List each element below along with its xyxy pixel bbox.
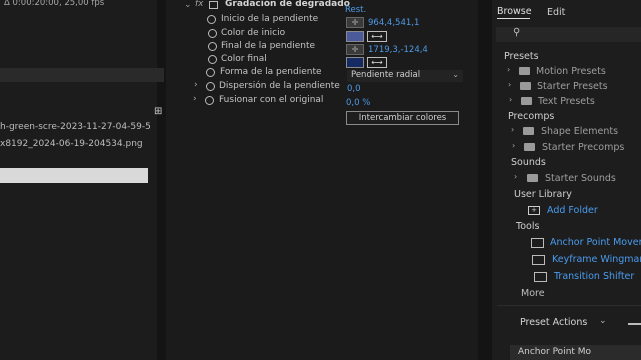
- eyedropper-icon[interactable]: ⟷: [367, 57, 387, 68]
- bottom-tool-label: Anchor Point Mo: [518, 347, 592, 357]
- crosshair-icon[interactable]: ✛: [346, 44, 364, 55]
- more-link[interactable]: More: [521, 288, 545, 299]
- search-icon: ⚲: [513, 27, 521, 38]
- divider: [497, 305, 641, 306]
- file-item[interactable]: x8192_2024-06-19-204534.png: [0, 139, 143, 149]
- expand-arrow-icon[interactable]: ›: [514, 172, 517, 181]
- property-value[interactable]: 0,0 %: [346, 98, 370, 108]
- tool-link[interactable]: Anchor Point Mover: [550, 237, 641, 248]
- folder-icon: [523, 127, 534, 135]
- reset-link[interactable]: Rest.: [345, 5, 366, 15]
- folder-icon: [520, 82, 531, 90]
- add-folder-link[interactable]: Add Folder: [547, 205, 598, 216]
- active-tab-underline: [497, 18, 530, 19]
- property-label: Color de inicio: [221, 28, 286, 38]
- end-color-swatch[interactable]: [346, 57, 364, 68]
- fx-icon[interactable]: fx: [195, 0, 204, 9]
- effects-presets-panel: Browse Edit ⚲ Presets › Motion Presets ›…: [492, 0, 641, 360]
- swap-colors-button[interactable]: Intercambiar colores: [346, 111, 459, 125]
- effect-preset-icon: [209, 1, 218, 9]
- file-item[interactable]: h-green-scre-2023-11-27-04-59-5: [0, 122, 151, 132]
- expand-triangle-icon[interactable]: ⌄: [184, 0, 192, 10]
- hierarchy-icon[interactable]: ⊞: [154, 106, 162, 117]
- property-label: Final de la pendiente: [221, 41, 316, 51]
- expand-arrow-icon[interactable]: ›: [511, 125, 514, 134]
- property-value[interactable]: 1719,3,-124,4: [368, 45, 428, 55]
- folder-icon: [524, 143, 535, 151]
- property-label: Dispersión de la pendiente: [219, 81, 340, 91]
- property-value[interactable]: 0,0: [347, 84, 361, 94]
- tool-link[interactable]: Transition Shifter: [554, 271, 634, 282]
- add-folder-icon: +: [528, 206, 540, 215]
- tab-browse[interactable]: Browse: [497, 6, 532, 17]
- selected-file-row[interactable]: [0, 168, 148, 183]
- section-user-library[interactable]: User Library: [514, 189, 572, 200]
- search-input[interactable]: ⚲: [496, 27, 641, 42]
- expand-arrow-icon[interactable]: ›: [193, 94, 197, 104]
- section-tools[interactable]: Tools: [516, 221, 539, 232]
- preset-folder[interactable]: Text Presets: [538, 96, 595, 107]
- search-bar[interactable]: [0, 68, 164, 82]
- preset-actions-dropdown[interactable]: Preset Actions: [520, 317, 587, 328]
- preset-folder[interactable]: Starter Presets: [537, 81, 608, 92]
- expand-arrow-icon[interactable]: ›: [512, 141, 515, 150]
- stopwatch-icon[interactable]: [206, 68, 215, 77]
- minus-icon[interactable]: [628, 323, 641, 325]
- folder-icon: [519, 67, 530, 75]
- expand-arrow-icon[interactable]: ›: [508, 80, 511, 89]
- property-label: Fusionar con el original: [219, 95, 324, 105]
- property-label: Forma de la pendiente: [220, 67, 322, 77]
- bottom-tool-tab[interactable]: Anchor Point Mo: [510, 345, 641, 360]
- shape-dropdown[interactable]: Pendiente radial ⌄: [347, 70, 463, 82]
- stopwatch-icon[interactable]: [208, 55, 217, 64]
- property-label: Inicio de la pendiente: [221, 14, 319, 24]
- stopwatch-icon[interactable]: [205, 96, 214, 105]
- property-value[interactable]: 964,4,541,1: [368, 18, 419, 28]
- tab-edit[interactable]: Edit: [547, 7, 565, 18]
- section-presets[interactable]: Presets: [504, 51, 539, 62]
- eyedropper-icon[interactable]: ⟷: [367, 31, 387, 42]
- property-label: Color final: [221, 54, 267, 64]
- folder-icon: [521, 97, 532, 105]
- precomp-folder[interactable]: Shape Elements: [541, 126, 618, 137]
- section-sounds[interactable]: Sounds: [511, 157, 546, 168]
- crosshair-icon[interactable]: ✛: [346, 17, 364, 28]
- expand-arrow-icon[interactable]: ›: [194, 80, 198, 90]
- section-precomps[interactable]: Precomps: [508, 111, 554, 122]
- tool-window-icon: [532, 255, 545, 265]
- project-panel: Δ 0:00:20:00, 25,00 fps ⊞ h-green-scre-2…: [0, 0, 164, 360]
- preset-folder[interactable]: Motion Presets: [536, 66, 606, 77]
- expand-arrow-icon[interactable]: ›: [507, 65, 510, 74]
- start-color-swatch[interactable]: [346, 31, 364, 42]
- effect-name: Gradación de degradado: [225, 0, 350, 9]
- stopwatch-icon[interactable]: [208, 29, 217, 38]
- timecode-info: Δ 0:00:20:00, 25,00 fps: [4, 0, 105, 8]
- sound-folder[interactable]: Starter Sounds: [545, 173, 616, 184]
- effect-controls-panel: ⌄ fx Gradación de degradado Rest. Inicio…: [166, 0, 478, 360]
- dropdown-value: Pendiente radial: [351, 70, 421, 80]
- tool-link[interactable]: Keyframe Wingman: [552, 254, 641, 265]
- stopwatch-icon[interactable]: [207, 15, 216, 24]
- stopwatch-icon[interactable]: [206, 82, 215, 91]
- stopwatch-icon[interactable]: [208, 42, 217, 51]
- chevron-down-icon[interactable]: ⌄: [599, 316, 607, 326]
- tool-window-icon: [534, 272, 547, 282]
- expand-arrow-icon[interactable]: ›: [509, 95, 512, 104]
- chevron-down-icon: ⌄: [452, 70, 459, 79]
- tool-window-icon: [531, 238, 544, 248]
- folder-icon: [527, 174, 538, 182]
- precomp-folder[interactable]: Starter Precomps: [542, 142, 624, 153]
